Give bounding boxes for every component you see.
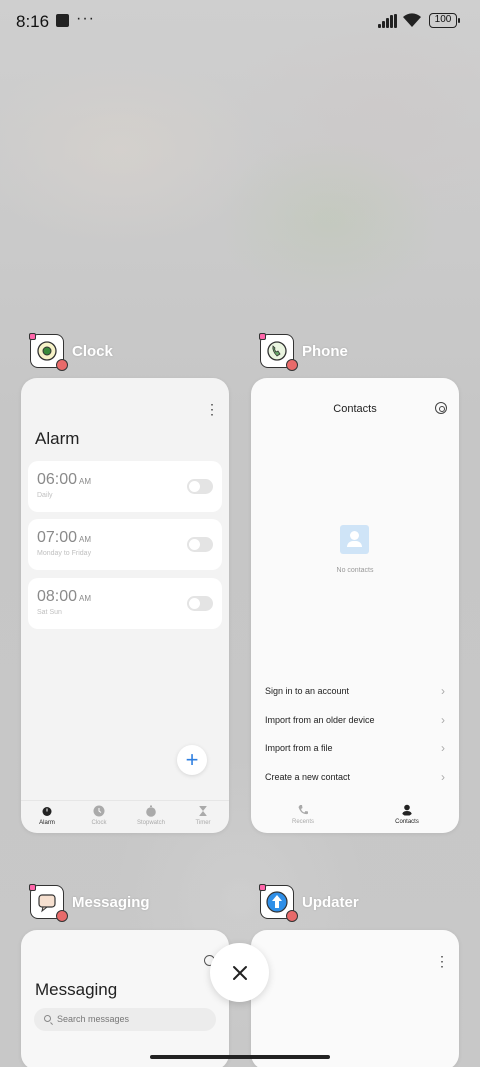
sign-in-option[interactable]: Sign in to an account › bbox=[265, 684, 445, 706]
person-icon bbox=[402, 804, 412, 816]
add-alarm-button[interactable]: + bbox=[177, 745, 207, 775]
notification-icon bbox=[56, 14, 69, 27]
updater-app-card[interactable]: ⋮ bbox=[251, 930, 459, 1067]
updater-app-name: Updater bbox=[302, 893, 359, 911]
empty-contacts-icon bbox=[340, 525, 369, 554]
alarm-time: 06:00 AM bbox=[37, 471, 92, 488]
search-icon bbox=[44, 1015, 51, 1022]
contacts-title: Contacts bbox=[333, 403, 377, 415]
clock-icon bbox=[93, 805, 105, 817]
alarm-time: 08:00 AM bbox=[37, 588, 92, 605]
stopwatch-icon bbox=[146, 805, 156, 817]
alarm-toggle[interactable] bbox=[187, 596, 213, 611]
create-contact-option[interactable]: Create a new contact › bbox=[265, 770, 445, 792]
alarm-toggle[interactable] bbox=[187, 479, 213, 494]
clock-app-icon[interactable] bbox=[29, 333, 68, 371]
settings-gear-icon[interactable] bbox=[435, 402, 447, 414]
home-indicator[interactable] bbox=[150, 1055, 330, 1059]
tab-timer[interactable]: Timer bbox=[177, 801, 229, 833]
alarm-repeat: Sat Sun bbox=[37, 609, 62, 616]
clock-app-card[interactable]: ⋮ Alarm 06:00 AM Daily 07:00 AM Monday to … bbox=[21, 378, 229, 833]
search-placeholder: Search messages bbox=[57, 1014, 130, 1024]
tab-alarm[interactable]: Alarm bbox=[21, 801, 73, 833]
messaging-app-header[interactable]: Messaging bbox=[29, 884, 150, 922]
tab-clock[interactable]: Clock bbox=[73, 801, 125, 833]
no-contacts-text: No contacts bbox=[336, 567, 374, 574]
messaging-app-icon[interactable] bbox=[29, 884, 68, 922]
phone-app-header[interactable]: Phone bbox=[259, 333, 348, 371]
alarm-repeat: Daily bbox=[37, 492, 53, 499]
alarm-item[interactable]: 07:00 AM Monday to Friday bbox=[28, 519, 222, 570]
alarm-item[interactable]: 06:00 AM Daily bbox=[28, 461, 222, 512]
search-messages-input[interactable]: Search messages bbox=[34, 1008, 216, 1031]
alarm-screen-title: Alarm bbox=[35, 429, 80, 448]
messaging-app-card[interactable]: Messaging Search messages bbox=[21, 930, 229, 1067]
tab-stopwatch[interactable]: Stopwatch bbox=[125, 801, 177, 833]
phone-app-name: Phone bbox=[302, 342, 348, 360]
alarm-item[interactable]: 08:00 AM Sat Sun bbox=[28, 578, 222, 629]
phone-app-card[interactable]: Contacts No contacts Sign in to an accou… bbox=[251, 378, 459, 833]
more-notifications-icon: ··· bbox=[76, 10, 95, 27]
status-time: 8:16 bbox=[16, 12, 50, 31]
alarm-icon bbox=[42, 807, 52, 816]
hourglass-icon bbox=[199, 806, 207, 816]
import-older-device-option[interactable]: Import from an older device › bbox=[265, 713, 445, 735]
clock-bottom-nav: Alarm Clock Stopwatch Timer bbox=[21, 800, 229, 833]
alarm-time: 07:00 AM bbox=[37, 529, 92, 546]
close-icon bbox=[232, 965, 247, 980]
tab-recents[interactable]: Recents bbox=[251, 800, 355, 833]
battery-icon: 100 bbox=[429, 13, 460, 28]
alarm-repeat: Monday to Friday bbox=[37, 550, 92, 557]
chevron-right-icon: › bbox=[441, 684, 445, 698]
more-options-icon[interactable]: ⋮ bbox=[205, 402, 219, 416]
updater-app-header[interactable]: Updater bbox=[259, 884, 359, 922]
import-file-option[interactable]: Import from a file › bbox=[265, 741, 445, 763]
alarm-toggle[interactable] bbox=[187, 537, 213, 552]
clear-all-button[interactable] bbox=[210, 943, 269, 1002]
phone-bottom-nav: Recents Contacts bbox=[251, 800, 459, 833]
updater-app-icon[interactable] bbox=[259, 884, 298, 922]
chevron-right-icon: › bbox=[441, 713, 445, 727]
messaging-screen-title: Messaging bbox=[35, 980, 118, 999]
more-options-icon[interactable]: ⋮ bbox=[435, 954, 449, 968]
clock-app-header[interactable]: Clock bbox=[29, 333, 113, 371]
chevron-right-icon: › bbox=[441, 741, 445, 755]
clock-app-name: Clock bbox=[72, 342, 113, 360]
chevron-right-icon: › bbox=[441, 770, 445, 784]
wifi-icon bbox=[402, 12, 422, 28]
status-bar: 8:16 ··· 100 bbox=[0, 0, 480, 44]
cellular-signal-icon bbox=[378, 14, 398, 28]
tab-contacts[interactable]: Contacts bbox=[355, 800, 459, 833]
phone-app-icon[interactable] bbox=[259, 333, 298, 371]
phone-icon bbox=[298, 805, 308, 815]
messaging-app-name: Messaging bbox=[72, 893, 150, 911]
